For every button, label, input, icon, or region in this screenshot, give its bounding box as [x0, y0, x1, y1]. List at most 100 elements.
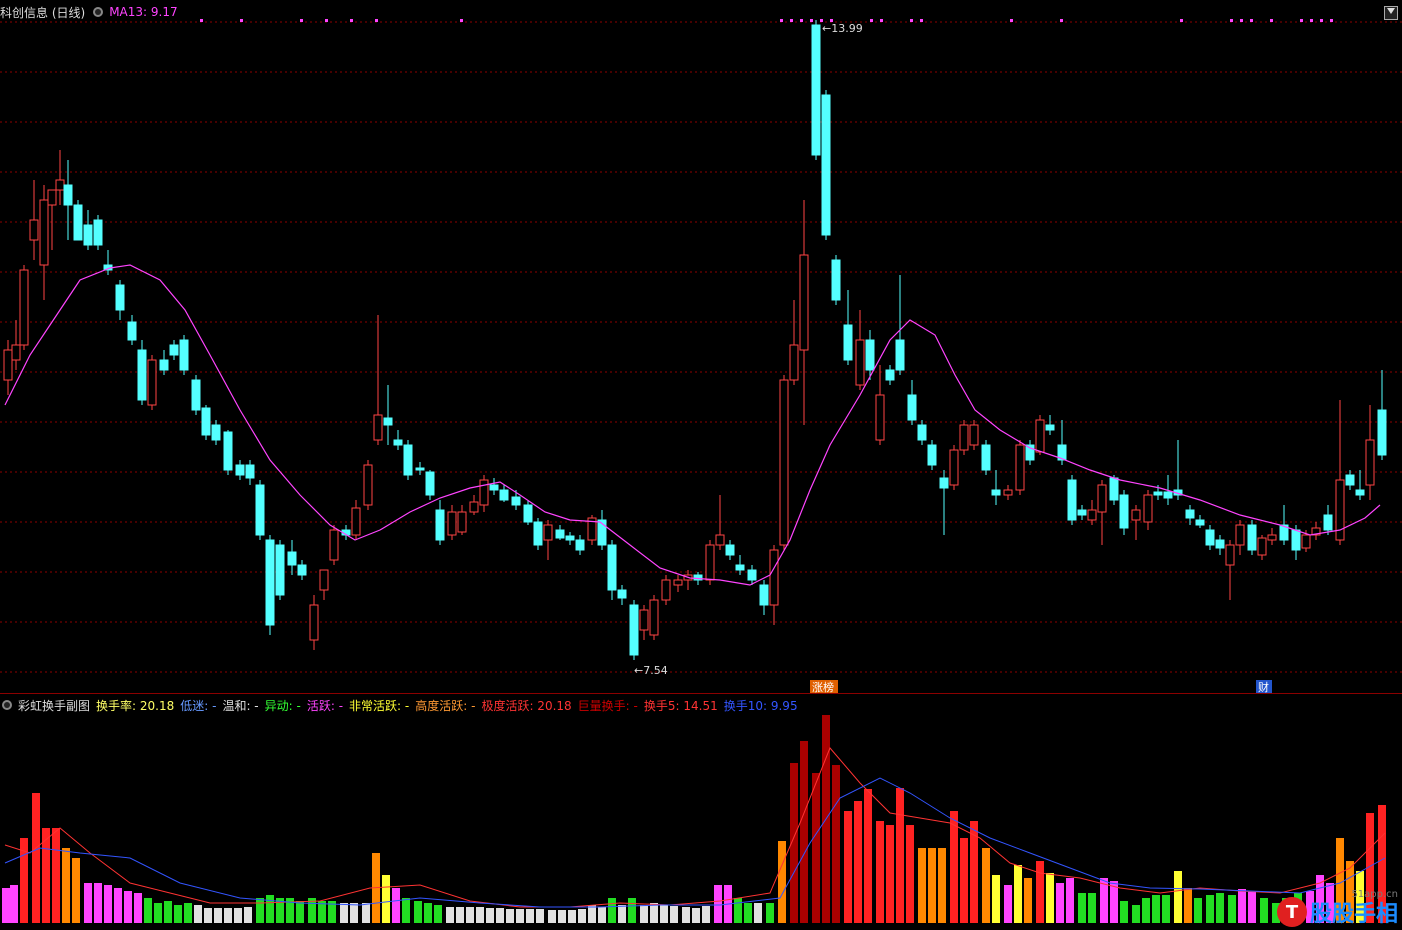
turnover-bar — [164, 901, 172, 923]
turnover-bar — [1120, 901, 1128, 923]
turnover-bar — [608, 898, 616, 923]
candlestick-chart: ←13.99 ←7.54 涨榜 财 — [0, 19, 1402, 693]
signal-dot — [1010, 19, 1013, 22]
main-chart-panel[interactable]: 科创信息 (日线) MA13: 9.17 ←13.99 ←7.54 涨榜财 — [0, 0, 1402, 693]
turnover-bar — [896, 788, 904, 923]
candle-up — [1365, 439, 1375, 486]
candle-down — [1291, 529, 1301, 551]
candle-down — [747, 569, 757, 581]
signal-dot — [790, 19, 793, 22]
candle-up — [673, 579, 683, 586]
candle-down — [843, 324, 853, 361]
candle-up — [799, 254, 809, 351]
turnover-bar — [536, 909, 544, 923]
turnover-bar — [992, 875, 1000, 923]
turnover-bar — [244, 907, 252, 923]
candle-up — [1225, 544, 1235, 566]
signal-dot — [1250, 19, 1253, 22]
turnover-bar — [1046, 873, 1054, 923]
candle-down — [235, 464, 245, 476]
candle-down — [383, 417, 393, 426]
candle-up — [309, 604, 319, 641]
candle-up — [19, 269, 29, 346]
candle-up — [363, 464, 373, 506]
turnover-bar — [812, 773, 820, 923]
candle-down — [917, 424, 927, 441]
candle-up — [11, 344, 21, 361]
turnover-bar — [578, 909, 586, 923]
turnover-subchart-panel[interactable]: 彩虹换手副图 换手率: 20.18 低迷: - 温和: - 异动: - 活跃: - 非常活… — [0, 693, 1402, 930]
turnover-bar — [214, 908, 222, 923]
candle-down — [489, 484, 499, 491]
candle-down — [865, 339, 875, 371]
candle-up — [479, 479, 489, 506]
turnover-bar — [1014, 865, 1022, 923]
turnover-bar — [928, 848, 936, 923]
candle-down — [831, 259, 841, 301]
candle-down — [895, 339, 905, 371]
candle-down — [991, 489, 1001, 496]
candle-up — [1143, 494, 1153, 523]
turnover-bar — [734, 898, 742, 923]
turnover-bar — [10, 885, 18, 923]
candle-up — [875, 394, 885, 441]
turnover-bar — [1078, 893, 1086, 923]
candle-down — [759, 584, 769, 606]
candle-down — [1323, 514, 1333, 531]
candle-down — [1045, 424, 1055, 431]
turnover-bar — [526, 909, 534, 923]
candle-up — [789, 344, 799, 381]
candle-down — [1247, 524, 1257, 551]
candle-up — [147, 359, 157, 406]
turnover-bar — [434, 905, 442, 923]
turnover-bar-chart — [2, 715, 1386, 923]
candle-down — [83, 224, 93, 246]
turnover-bar — [670, 906, 678, 923]
turnover-bar — [1162, 895, 1170, 923]
signal-dot — [800, 19, 803, 22]
turnover-bar — [506, 909, 514, 923]
signal-dot — [460, 19, 463, 22]
signal-dot — [1230, 19, 1233, 22]
candle-up — [715, 534, 725, 546]
turnover-bar — [628, 898, 636, 923]
turnover-bar — [744, 903, 752, 923]
candle-up — [1097, 484, 1107, 513]
turnover-bar — [362, 903, 370, 923]
signal-dot — [350, 19, 353, 22]
turnover-bar — [174, 905, 182, 923]
turnover-bar — [1036, 861, 1044, 923]
candle-down — [629, 604, 639, 656]
turnover-bar — [1004, 885, 1012, 923]
turnover-bar — [702, 906, 710, 923]
candle-down — [137, 349, 147, 401]
candle-down — [735, 564, 745, 571]
watermark: T 股股手相 — [1276, 896, 1398, 928]
candle-down — [1067, 479, 1077, 521]
candle-down — [811, 24, 821, 156]
turnover-bar — [1238, 889, 1246, 923]
candle-up — [949, 449, 959, 486]
signal-dot — [1180, 19, 1183, 22]
signal-dot — [1270, 19, 1273, 22]
signal-dot — [240, 19, 243, 22]
turnover-bar — [456, 907, 464, 923]
candle-down — [211, 424, 221, 441]
turnover-bar — [1152, 895, 1160, 923]
turnover-bar — [114, 888, 122, 923]
turnover-bar — [340, 903, 348, 923]
turnover-bar — [1088, 893, 1096, 923]
turnover-bar — [844, 811, 852, 923]
signal-dot — [870, 19, 873, 22]
turnover-bar — [1206, 895, 1214, 923]
candle-down — [393, 439, 403, 446]
turnover-bar — [588, 905, 596, 923]
candle-up — [3, 349, 13, 381]
candle-up — [39, 199, 49, 266]
turnover-bar — [134, 893, 142, 923]
candle-down — [63, 184, 73, 206]
candle-down — [1153, 491, 1163, 496]
candle-down — [607, 544, 617, 591]
signal-dot — [1300, 19, 1303, 22]
candle-down — [511, 496, 521, 506]
